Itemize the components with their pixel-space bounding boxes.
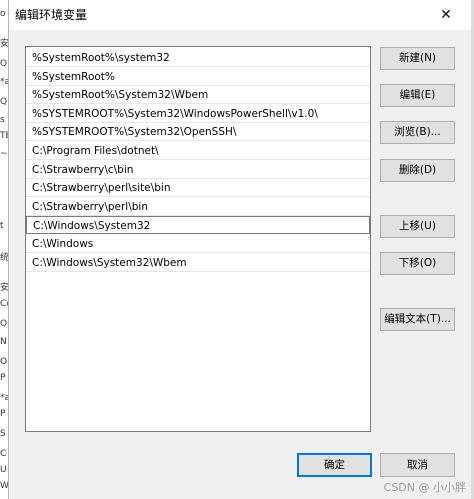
list-item[interactable]: %SystemRoot%\System32\Wbem [26, 86, 370, 105]
edit-environment-variable-dialog: 编辑环境变量 ✕ %SystemRoot%\system32 %SystemRoo… [8, 0, 471, 499]
title-bar: 编辑环境变量 ✕ [9, 0, 471, 30]
background-text-fragment: O [0, 357, 8, 367]
background-text-fragment: W [0, 480, 8, 492]
list-item[interactable]: %SYSTEMROOT%\System32\OpenSSH\ [26, 123, 370, 142]
cancel-button[interactable]: 取消 [380, 453, 455, 477]
list-item[interactable]: C:\Windows\System32\Wbem [26, 254, 370, 272]
list-item[interactable]: C:\Strawberry\perl\site\bin [26, 179, 370, 198]
edit-text-button[interactable]: 编辑文本(T)... [380, 308, 455, 331]
dialog-title: 编辑环境变量 [15, 8, 88, 22]
background-text-fragment: 统 [0, 252, 8, 264]
list-item[interactable]: C:\Strawberry\c\bin [26, 161, 370, 179]
move-up-button[interactable]: 上移(U) [380, 215, 455, 238]
background-text-fragment: N [0, 337, 7, 347]
list-item[interactable]: C:\Windows [26, 235, 370, 253]
move-down-button[interactable]: 下移(O) [380, 252, 455, 275]
delete-button[interactable]: 删除(D) [380, 159, 455, 182]
background-text-fragment: t [0, 221, 4, 231]
new-button[interactable]: 新建(N) [380, 47, 455, 70]
background-text-fragment: s [0, 115, 5, 125]
background-text-fragment: U [0, 465, 7, 475]
background-text-fragment: Q [0, 97, 8, 107]
background-text-fragment: 安 [0, 282, 8, 294]
background-text-fragment: *a [0, 77, 8, 87]
list-item[interactable]: %SYSTEMROOT%\System32\WindowsPowerShell\… [26, 105, 370, 123]
list-item[interactable]: %SystemRoot%\system32 [26, 49, 370, 67]
background-text-fragment: P [0, 409, 6, 419]
background-text-fragment: S [0, 429, 6, 439]
ok-button[interactable]: 确定 [297, 453, 372, 477]
browse-button[interactable]: 浏览(B)... [380, 121, 455, 144]
close-button[interactable]: ✕ [429, 0, 463, 30]
close-icon: ✕ [440, 7, 452, 23]
background-text-fragment: 安 [0, 38, 8, 50]
list-item[interactable]: C:\Windows\System32 [26, 216, 370, 235]
background-text-fragment: C [0, 449, 7, 459]
background-text-fragment: O [0, 319, 8, 329]
background-text-fragment: ~ [0, 149, 8, 159]
edit-button[interactable]: 编辑(E) [380, 84, 455, 107]
background-text-fragment: o [0, 9, 6, 19]
list-item[interactable]: %SystemRoot% [26, 68, 370, 86]
background-text-fragment: TE [0, 131, 8, 141]
watermark: CSDN @ 小小胖 [383, 481, 466, 494]
list-item[interactable]: C:\Strawberry\perl\bin [26, 198, 370, 216]
list-item[interactable]: C:\Program Files\dotnet\ [26, 142, 370, 160]
background-text-fragment: O [0, 59, 8, 69]
background-text-fragment: Co [0, 299, 8, 309]
path-list[interactable]: %SystemRoot%\system32 %SystemRoot% %System… [25, 46, 371, 432]
background-text-fragment: *a [0, 393, 8, 403]
background-text-fragment: P [0, 373, 6, 383]
